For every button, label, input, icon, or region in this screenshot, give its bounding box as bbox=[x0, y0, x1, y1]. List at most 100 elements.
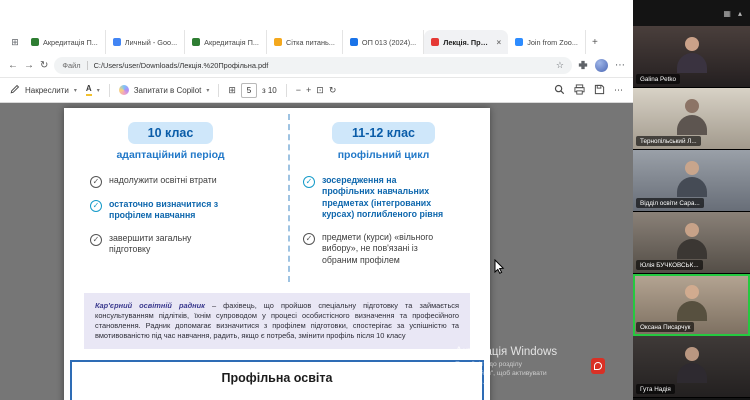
toolbar-divider bbox=[218, 83, 220, 97]
search-icon[interactable] bbox=[554, 84, 565, 97]
browser-tab[interactable]: Акредитація П... bbox=[185, 30, 267, 54]
draw-label: Накреслити bbox=[25, 85, 69, 95]
tab-bar: ⊞ Акредитація П... Личный - Goo... Акред… bbox=[0, 30, 633, 54]
tab-label: Акредитація П... bbox=[204, 37, 259, 47]
list-item: ✓ завершити загальну підготовку bbox=[90, 233, 235, 256]
page-total-label: з 10 bbox=[261, 85, 277, 95]
address-bar: ← → ↻ Файл C:/Users/user/Downloads/Лекці… bbox=[0, 54, 633, 78]
tab-label: Личный - Goo... bbox=[124, 37, 178, 47]
browser-tab[interactable]: ОП 013 (2024)... bbox=[343, 30, 425, 54]
two-column-section: 10 клас адаптаційний період ✓ надолужити… bbox=[64, 108, 490, 282]
draw-tool-button[interactable]: Накреслити ▾ bbox=[10, 84, 77, 96]
next-section-box: Профільна освіта bbox=[70, 359, 484, 400]
pen-icon bbox=[10, 84, 20, 96]
check-icon: ✓ bbox=[303, 176, 315, 188]
participant-name-badge: Відділ освіти Сара... bbox=[636, 198, 704, 208]
participant-video-tile[interactable]: Відділ освіти Сара... bbox=[633, 150, 750, 212]
tab-favicon-icon bbox=[192, 38, 201, 46]
participant-name-badge: Гута Надія bbox=[636, 384, 675, 394]
participant-name-badge: Galina Petko bbox=[636, 74, 681, 84]
check-icon: ✓ bbox=[90, 176, 102, 188]
grade-10-items: ✓ надолужити освітні втрати ✓ остаточно … bbox=[90, 175, 235, 256]
acrobat-floating-icon[interactable] bbox=[591, 358, 605, 374]
copilot-button[interactable]: Запитати в Copilot ▾ bbox=[118, 85, 209, 95]
refresh-icon[interactable]: ↻ bbox=[40, 60, 48, 71]
career-advisor-note: Кар'єрний освітній радник – фахівець, що… bbox=[84, 293, 470, 349]
fit-page-icon[interactable]: ⊡ bbox=[316, 85, 324, 95]
tab-favicon-icon bbox=[431, 38, 440, 46]
column-grade-11-12: 11-12 клас профільний цикл ✓ зосередженн… bbox=[277, 122, 490, 280]
url-field[interactable]: Файл C:/Users/user/Downloads/Лекція.%20П… bbox=[54, 57, 572, 74]
browser-tab[interactable]: Сітка питань... bbox=[267, 30, 343, 54]
toolbar-divider bbox=[108, 83, 110, 97]
favorites-star-icon[interactable]: ☆ bbox=[556, 60, 564, 71]
new-tab-button[interactable]: + bbox=[586, 30, 604, 54]
thumbnails-icon[interactable]: ⊞ bbox=[228, 85, 236, 95]
item-text: остаточно визначитися з профілем навчанн… bbox=[109, 199, 219, 221]
gallery-view-icon[interactable]: ▦ bbox=[723, 9, 731, 18]
item-text: предмети (курси) «вільного вибору», не п… bbox=[322, 231, 434, 265]
chevron-down-icon: ▾ bbox=[73, 87, 77, 94]
save-icon[interactable] bbox=[594, 84, 605, 97]
browser-tab-active[interactable]: Лекція. Профі... × bbox=[424, 30, 509, 54]
profile-avatar[interactable] bbox=[595, 59, 608, 72]
participant-video-tile[interactable]: Юлія БУЧКОВСЬК... bbox=[633, 212, 750, 274]
copilot-label: Запитати в Copilot bbox=[133, 85, 202, 95]
tab-close-icon[interactable]: × bbox=[497, 38, 502, 47]
toolbar-more-icon[interactable]: ⋯ bbox=[614, 85, 623, 95]
tab-label: Join from Zoo... bbox=[527, 37, 578, 47]
screen: ⊞ Акредитація П... Личный - Goo... Акред… bbox=[0, 0, 750, 400]
participant-video-tile[interactable]: Galina Petko bbox=[633, 26, 750, 88]
grade-11-12-items: ✓ зосередження на профільних навчальних … bbox=[303, 175, 448, 266]
pdf-toolbar: Накреслити ▾ A ▾ Запитати в Copilot ▾ ⊞ … bbox=[0, 78, 633, 103]
grade-11-12-subtitle: профільний цикл bbox=[337, 149, 430, 161]
browser-tab[interactable]: Личный - Goo... bbox=[106, 30, 186, 54]
chevron-down-icon: ▾ bbox=[96, 87, 100, 94]
tab-favicon-icon bbox=[515, 38, 524, 46]
participant-video-tile[interactable]: Гута Надія bbox=[633, 336, 750, 398]
pdf-viewport[interactable]: 10 клас адаптаційний період ✓ надолужити… bbox=[0, 103, 633, 400]
participant-video-tile[interactable]: Тернопільський Л... bbox=[633, 88, 750, 150]
grade-11-12-pill: 11-12 клас bbox=[331, 122, 435, 144]
slide-page: 10 клас адаптаційний період ✓ надолужити… bbox=[64, 108, 490, 400]
participant-name-badge: Тернопільський Л... bbox=[636, 136, 701, 146]
tab-favicon-icon bbox=[112, 38, 121, 46]
browser-tab[interactable]: Join from Zoo... bbox=[508, 30, 586, 54]
tab-favicon-icon bbox=[273, 38, 282, 46]
highlight-tool-button[interactable]: A ▾ bbox=[85, 84, 100, 96]
participant-silhouette bbox=[676, 99, 707, 135]
back-icon[interactable]: ← bbox=[8, 60, 18, 71]
participant-video-tile-active-speaker[interactable]: Оксана Писарчук bbox=[633, 274, 750, 336]
item-text: завершити загальну підготовку bbox=[109, 232, 192, 255]
grade-10-pill: 10 клас bbox=[127, 122, 214, 144]
page-number-input[interactable] bbox=[240, 82, 257, 98]
participant-name-badge: Оксана Писарчук bbox=[636, 322, 695, 332]
print-icon[interactable] bbox=[574, 83, 585, 97]
workspaces-icon[interactable]: ⊞ bbox=[6, 30, 24, 54]
tab-label: Акредитація П... bbox=[43, 37, 98, 47]
next-section-title: Профільна освіта bbox=[221, 370, 333, 385]
highlighter-icon: A bbox=[85, 84, 92, 96]
window-chrome-top bbox=[0, 0, 633, 30]
extensions-puzzle-icon[interactable] bbox=[578, 57, 588, 75]
forward-icon[interactable]: → bbox=[24, 60, 34, 71]
browser-more-icon[interactable]: ⋯ bbox=[615, 60, 625, 71]
dashed-divider bbox=[287, 114, 290, 282]
list-item-highlighted: ✓ остаточно визначитися з профілем навча… bbox=[90, 199, 235, 222]
zoom-panel-controls: ▦ ▴ bbox=[633, 0, 750, 26]
grade-10-subtitle: адаптаційний період bbox=[116, 149, 225, 161]
rotate-icon[interactable]: ↻ bbox=[329, 85, 337, 95]
check-icon: ✓ bbox=[90, 233, 102, 246]
item-text: зосередження на профільних навчальних пр… bbox=[322, 175, 444, 220]
tab-favicon-icon bbox=[349, 38, 358, 46]
tab-label: Лекція. Профі... bbox=[443, 37, 491, 47]
tab-label: ОП 013 (2024)... bbox=[361, 37, 417, 47]
zoom-participants-panel: ▦ ▴ Galina Petko Тернопільський Л... Від… bbox=[633, 0, 750, 400]
pdf-toolbar-right: ⋯ bbox=[554, 83, 623, 97]
zoom-out-icon[interactable]: − bbox=[296, 85, 301, 95]
check-icon: ✓ bbox=[90, 200, 102, 212]
collapse-panel-icon[interactable]: ▴ bbox=[738, 9, 742, 18]
browser-tab[interactable]: Акредитація П... bbox=[24, 30, 106, 54]
zoom-in-icon[interactable]: + bbox=[306, 85, 311, 95]
list-item: ✓ надолужити освітні втрати bbox=[90, 175, 235, 188]
